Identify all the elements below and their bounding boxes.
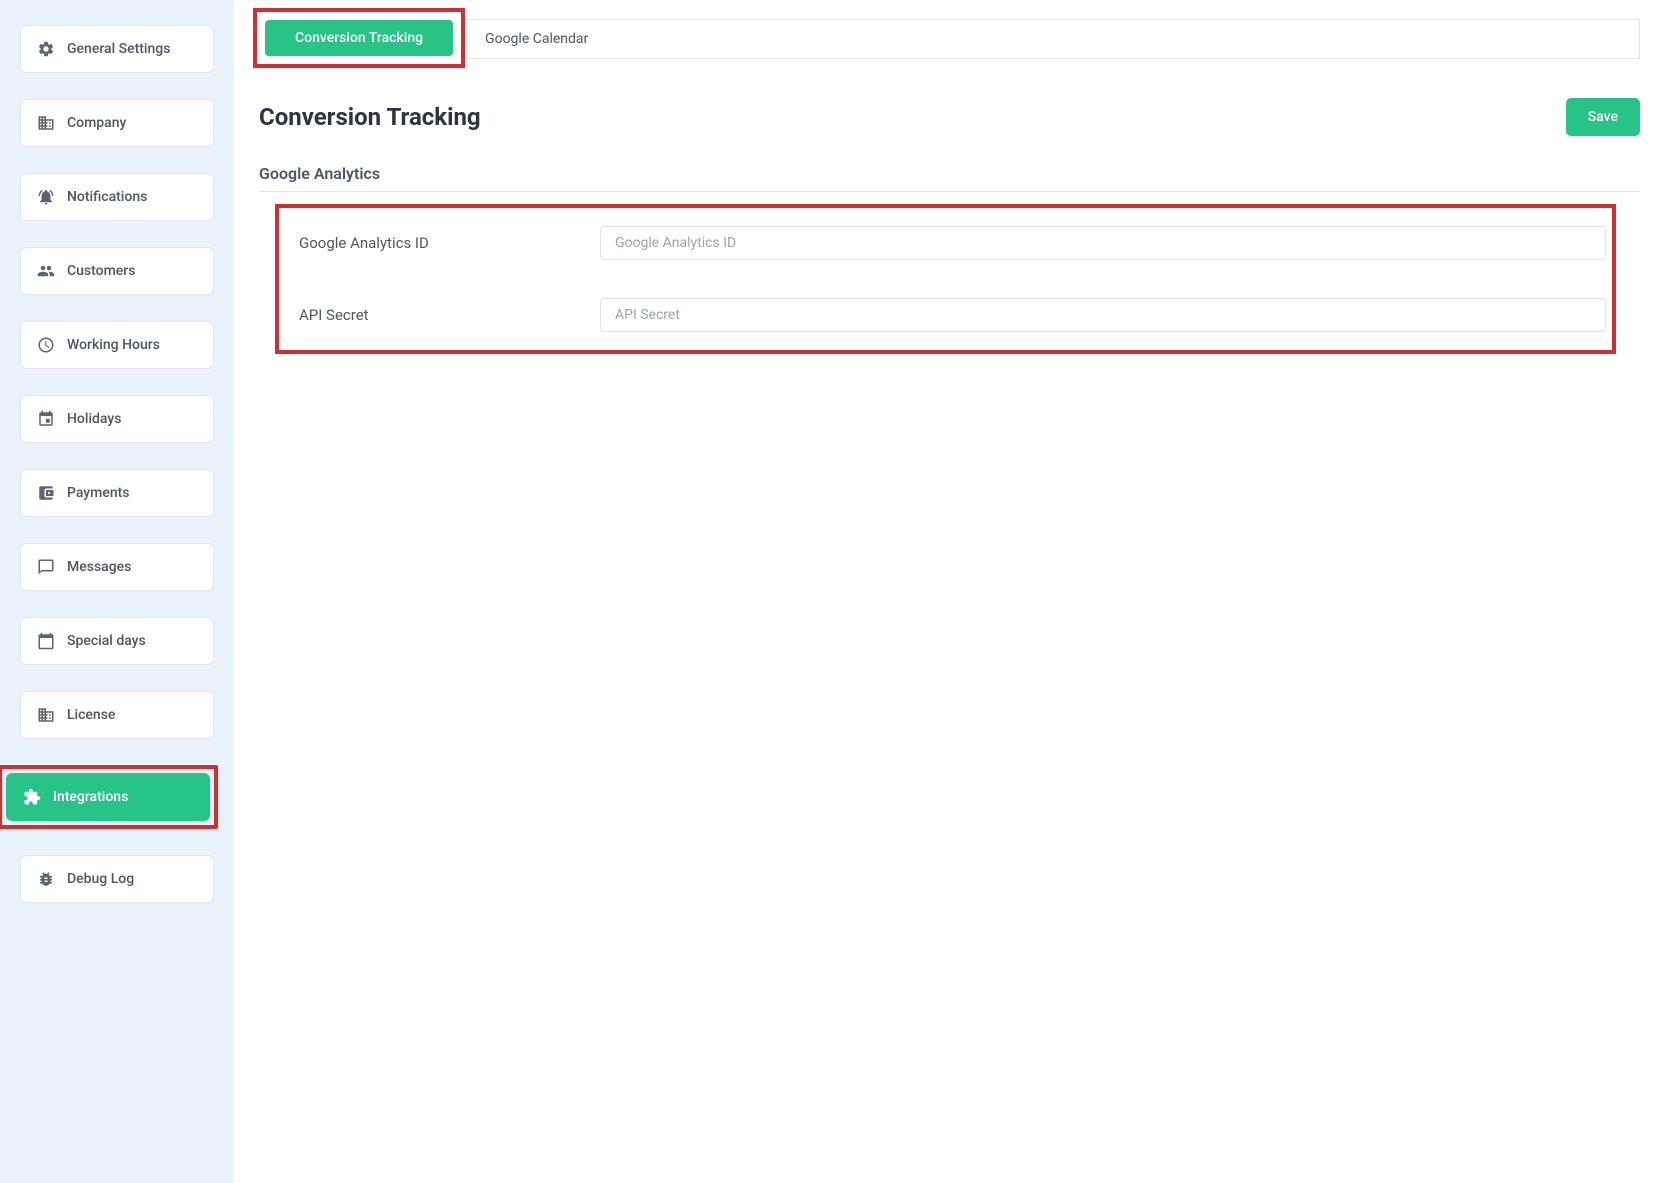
bug-icon [37,870,55,888]
sidebar-item-company[interactable]: Company [20,99,214,147]
sidebar-item-general-settings[interactable]: General Settings [20,25,214,73]
sidebar-item-label: Integrations [53,789,128,805]
page-title: Conversion Tracking [259,103,481,131]
sidebar-item-debug-log[interactable]: Debug Log [20,855,214,903]
api-secret-label: API Secret [285,306,600,324]
sidebar-item-label: Working Hours [67,337,160,353]
sidebar-item-license[interactable]: License [20,691,214,739]
section-title: Google Analytics [259,164,1640,192]
tab-label: Google Calendar [485,31,588,47]
sidebar-item-label: Debug Log [67,871,134,887]
highlight-tab: Conversion Tracking [253,8,465,68]
sidebar-item-messages[interactable]: Messages [20,543,214,591]
ga-id-input[interactable] [600,226,1606,260]
main-content: Conversion Tracking Google Calendar Conv… [234,0,1665,1183]
sidebar: General Settings Company Notifications C… [0,0,234,1183]
clock-icon [37,336,55,354]
sidebar-item-integrations[interactable]: Integrations [6,773,210,821]
tabs-row: Conversion Tracking Google Calendar [259,8,1640,68]
sidebar-item-payments[interactable]: Payments [20,469,214,517]
building-icon [37,706,55,724]
calendar-event-icon [37,410,55,428]
building-icon [37,114,55,132]
sidebar-item-holidays[interactable]: Holidays [20,395,214,443]
form-row-api-secret: API Secret [285,298,1606,332]
bell-icon [37,188,55,206]
sidebar-item-label: Payments [67,485,130,501]
sidebar-item-label: Customers [67,263,135,279]
sidebar-item-customers[interactable]: Customers [20,247,214,295]
save-button[interactable]: Save [1566,98,1640,136]
highlight-form: Google Analytics ID API Secret [275,204,1616,354]
sidebar-item-special-days[interactable]: Special days [20,617,214,665]
sidebar-item-notifications[interactable]: Notifications [20,173,214,221]
sidebar-item-label: Notifications [67,189,147,205]
sidebar-item-label: Special days [67,633,146,649]
ga-id-label: Google Analytics ID [285,234,600,252]
highlight-integrations: Integrations [0,765,218,829]
sidebar-item-label: General Settings [67,41,170,57]
sidebar-item-working-hours[interactable]: Working Hours [20,321,214,369]
page-header: Conversion Tracking Save [259,98,1640,136]
people-icon [37,262,55,280]
gear-icon [37,40,55,58]
sidebar-item-label: Company [67,115,126,131]
form-row-ga-id: Google Analytics ID [285,226,1606,260]
wallet-icon [37,484,55,502]
tab-google-calendar[interactable]: Google Calendar [465,19,1640,59]
sidebar-item-label: License [67,707,115,723]
puzzle-icon [23,788,41,806]
sidebar-item-label: Holidays [67,411,121,427]
calendar-today-icon [37,632,55,650]
api-secret-input[interactable] [600,298,1606,332]
tab-conversion-tracking[interactable]: Conversion Tracking [265,20,453,56]
chat-icon [37,558,55,576]
sidebar-item-label: Messages [67,559,131,575]
